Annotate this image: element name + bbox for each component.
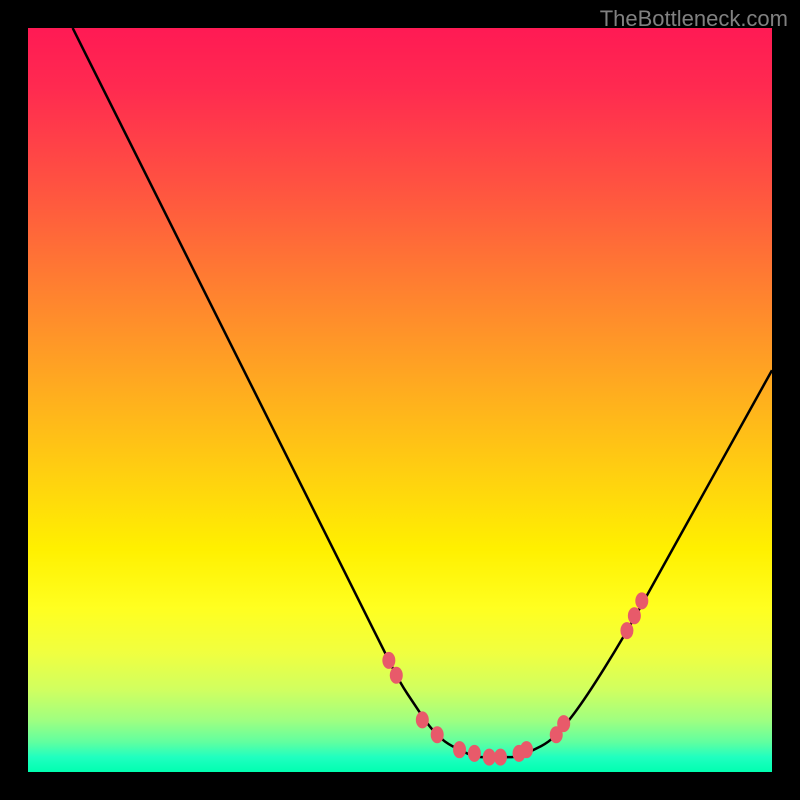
highlight-dot [431,726,444,743]
highlight-dot [620,622,633,639]
highlight-dot [453,741,466,758]
highlight-dot [628,607,641,624]
watermark-text: TheBottleneck.com [600,6,788,32]
highlight-dot [382,652,395,669]
highlight-dot [468,745,481,762]
highlight-dot [494,749,507,766]
highlight-dot [520,741,533,758]
highlight-dot [390,667,403,684]
highlight-dots-group [382,592,648,765]
chart-svg [28,28,772,772]
highlight-dot [416,711,429,728]
bottleneck-curve-line [73,28,772,757]
highlight-dot [483,749,496,766]
chart-plot-area [28,28,772,772]
highlight-dot [635,592,648,609]
highlight-dot [557,715,570,732]
